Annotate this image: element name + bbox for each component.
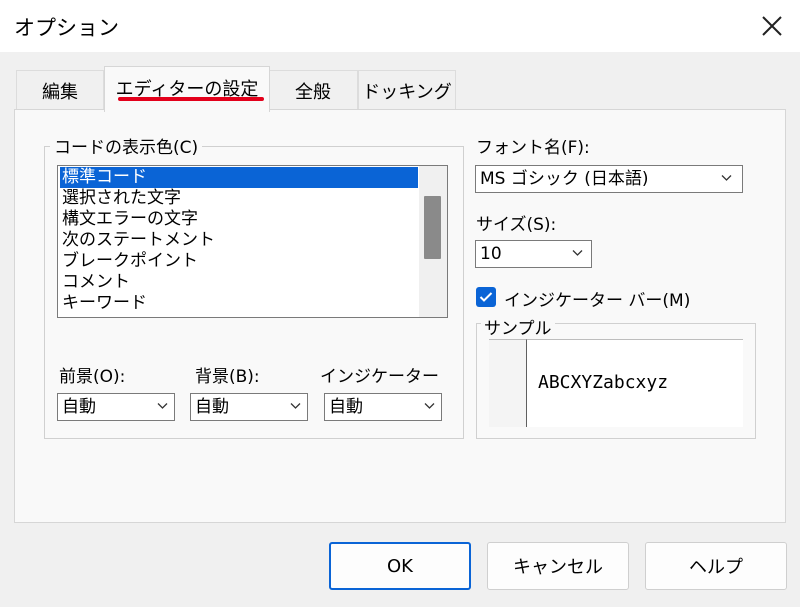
tab-docking[interactable]: ドッキング [358,70,456,110]
background-select[interactable]: 自動 [190,393,308,421]
indicator-label: インジケーター [320,367,439,387]
checkmark-icon [479,292,493,302]
chevron-down-icon [572,250,583,256]
list-item[interactable]: 標準コード [60,167,418,188]
sample-indicator-bar [489,339,527,427]
select-value: 自動 [195,397,229,417]
list-item[interactable]: キーワード [60,293,418,314]
button-label: OK [387,555,413,577]
chevron-down-icon [424,403,435,409]
tab-editor-settings[interactable]: エディターの設定 [104,66,270,112]
close-icon[interactable] [752,6,792,46]
code-colors-listbox[interactable]: 標準コード 選択された文字 構文エラーの文字 次のステートメント ブレークポイン… [57,165,448,318]
button-label: キャンセル [513,557,603,578]
list-item[interactable]: ブレークポイント [60,251,418,272]
size-label: サイズ(S): [476,215,557,235]
chevron-down-icon [721,175,732,181]
cancel-button[interactable]: キャンセル [487,542,629,590]
list-item[interactable]: コメント [60,272,418,293]
foreground-label: 前景(O): [59,367,126,387]
chevron-down-icon [290,403,301,409]
chevron-down-icon [157,403,168,409]
background-label: 背景(B): [195,367,260,387]
size-select[interactable]: 10 [475,240,592,268]
indicator-bar-label[interactable]: インジケーター バー(M) [504,286,690,311]
foreground-select[interactable]: 自動 [57,393,175,421]
tab-general[interactable]: 全般 [268,70,358,110]
active-tab-indicator [118,97,264,101]
scrollbar-thumb[interactable] [424,196,441,259]
list-item[interactable]: 次のステートメント [60,230,418,251]
indicator-select[interactable]: 自動 [324,393,442,421]
list-item[interactable]: 選択された文字 [60,188,418,209]
select-value: 自動 [329,397,363,417]
help-button[interactable]: ヘルプ [645,542,787,590]
sample-label: サンプル [481,314,555,339]
indicator-bar-checkbox[interactable] [476,287,496,307]
sample-text: ABCXYZabcxyz [538,372,669,393]
button-label: ヘルプ [689,557,743,578]
code-colors-label: コードの表示色(C) [50,133,203,158]
window-title: オプション [14,16,119,40]
list-item[interactable]: 構文エラーの文字 [60,209,418,230]
tab-label: 編集 [42,81,78,103]
tab-label: ドッキング [362,81,452,103]
select-value: MS ゴシック (日本語) [480,169,649,189]
font-name-label: フォント名(F): [476,138,590,158]
tab-label: 全般 [295,81,331,103]
tab-edit[interactable]: 編集 [16,70,104,110]
select-value: 10 [480,244,502,264]
ok-button[interactable]: OK [329,542,471,590]
title-bar: オプション [0,0,800,52]
font-name-select[interactable]: MS ゴシック (日本語) [475,165,743,193]
select-value: 自動 [62,397,96,417]
